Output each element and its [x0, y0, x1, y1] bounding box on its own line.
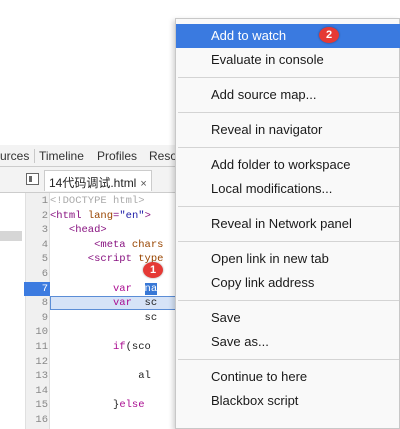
code-token: var — [50, 297, 145, 310]
menu-separator — [178, 112, 399, 113]
devtools-panel: urces Timeline Profiles Reso 14代码调试.html… — [0, 145, 180, 429]
code-token: chars — [131, 238, 164, 251]
code-token: lang — [87, 209, 114, 222]
menu-separator — [178, 241, 399, 242]
tab-divider — [34, 149, 35, 163]
code-line: al — [50, 369, 151, 384]
code-line: }else — [50, 398, 145, 413]
line-number[interactable]: 10 — [26, 325, 48, 340]
step-badge-2: 2 — [319, 27, 339, 43]
line-number[interactable]: 3 — [26, 223, 48, 238]
line-number[interactable]: 8 — [26, 296, 48, 311]
file-tab-label: 14代码调试.html — [49, 176, 137, 190]
code-line: <head> — [50, 223, 107, 238]
code-token: sc — [50, 311, 158, 324]
code-token: <script — [50, 253, 139, 266]
tab-resources[interactable]: Reso — [149, 149, 177, 163]
menu-item-add-to-watch[interactable]: Add to watch — [176, 24, 400, 48]
code-token: if — [50, 341, 126, 353]
menu-item-evaluate-in-console[interactable]: Evaluate in console — [176, 48, 400, 72]
code-line: <html lang="en"> — [50, 209, 151, 224]
code-token: (sco — [125, 341, 151, 353]
menu-item-reveal-in-navigator[interactable]: Reveal in navigator — [176, 118, 400, 142]
code-token: else — [119, 399, 145, 412]
code-token: sc — [144, 297, 158, 310]
editor-tab-bar: 14代码调试.html × — [0, 167, 180, 193]
code-line: if(sco — [50, 340, 151, 355]
tab-profiles[interactable]: Profiles — [97, 149, 137, 163]
code-token: } — [50, 399, 120, 412]
menu-separator — [178, 359, 399, 360]
code-line: var na — [50, 282, 158, 297]
breakpoint-line-number[interactable]: 7 — [24, 281, 50, 297]
code-token: var — [50, 282, 145, 295]
code-token: "en" — [119, 209, 145, 222]
close-icon[interactable]: × — [140, 178, 146, 190]
context-menu: Add to watch Evaluate in console Add sourc… — [175, 18, 400, 429]
line-number[interactable]: 5 — [26, 252, 48, 267]
line-number[interactable]: 14 — [26, 384, 48, 399]
code-token: <!DOCTYPE html> — [50, 195, 145, 207]
line-number[interactable]: 1 — [26, 194, 48, 209]
selected-variable: na — [144, 282, 158, 295]
menu-separator — [178, 206, 399, 207]
menu-item-add-folder-to-workspace[interactable]: Add folder to workspace — [176, 153, 400, 177]
tab-sources[interactable]: urces — [0, 149, 29, 163]
menu-separator — [178, 77, 399, 78]
code-line: <!DOCTYPE html> — [50, 194, 145, 209]
line-number[interactable]: 2 — [26, 209, 48, 224]
navigator-pane — [0, 193, 26, 429]
line-number[interactable]: 13 — [26, 369, 48, 384]
line-number[interactable]: 6 — [26, 267, 48, 282]
menu-item-continue-to-here[interactable]: Continue to here — [176, 365, 400, 389]
tab-timeline[interactable]: Timeline — [39, 149, 84, 163]
menu-item-save-as[interactable]: Save as... — [176, 330, 400, 354]
panel-tab-bar: urces Timeline Profiles Reso — [0, 145, 180, 167]
line-number[interactable]: 15 — [26, 398, 48, 413]
code-token: <meta — [50, 238, 132, 251]
code-token: <head> — [50, 224, 107, 237]
line-number[interactable]: 11 — [26, 340, 48, 355]
menu-item-add-source-map[interactable]: Add source map... — [176, 83, 400, 107]
navigator-selected-item[interactable] — [0, 231, 22, 241]
line-number[interactable]: 16 — [26, 413, 48, 428]
code-line: <meta chars — [50, 238, 163, 253]
code-token: > — [144, 209, 151, 222]
code-line: var sc — [50, 296, 157, 311]
line-number[interactable]: 4 — [26, 238, 48, 253]
menu-item-local-modifications[interactable]: Local modifications... — [176, 177, 400, 201]
menu-item-save[interactable]: Save — [176, 306, 400, 330]
menu-item-reveal-in-network-panel[interactable]: Reveal in Network panel — [176, 212, 400, 236]
menu-item-copy-link-address[interactable]: Copy link address — [176, 271, 400, 295]
menu-item-open-link-in-new-tab[interactable]: Open link in new tab — [176, 247, 400, 271]
line-number[interactable]: 9 — [26, 311, 48, 326]
menu-separator — [178, 147, 399, 148]
code-line: sc — [50, 311, 158, 326]
line-number[interactable]: 12 — [26, 355, 48, 370]
menu-item-blackbox-script[interactable]: Blackbox script — [176, 389, 400, 413]
code-token: <html — [50, 209, 88, 222]
menu-separator — [178, 300, 399, 301]
toggle-navigator-icon[interactable] — [26, 173, 39, 185]
file-tab[interactable]: 14代码调试.html × — [44, 170, 152, 191]
step-badge-1: 1 — [143, 262, 163, 278]
code-token: al — [50, 370, 151, 383]
